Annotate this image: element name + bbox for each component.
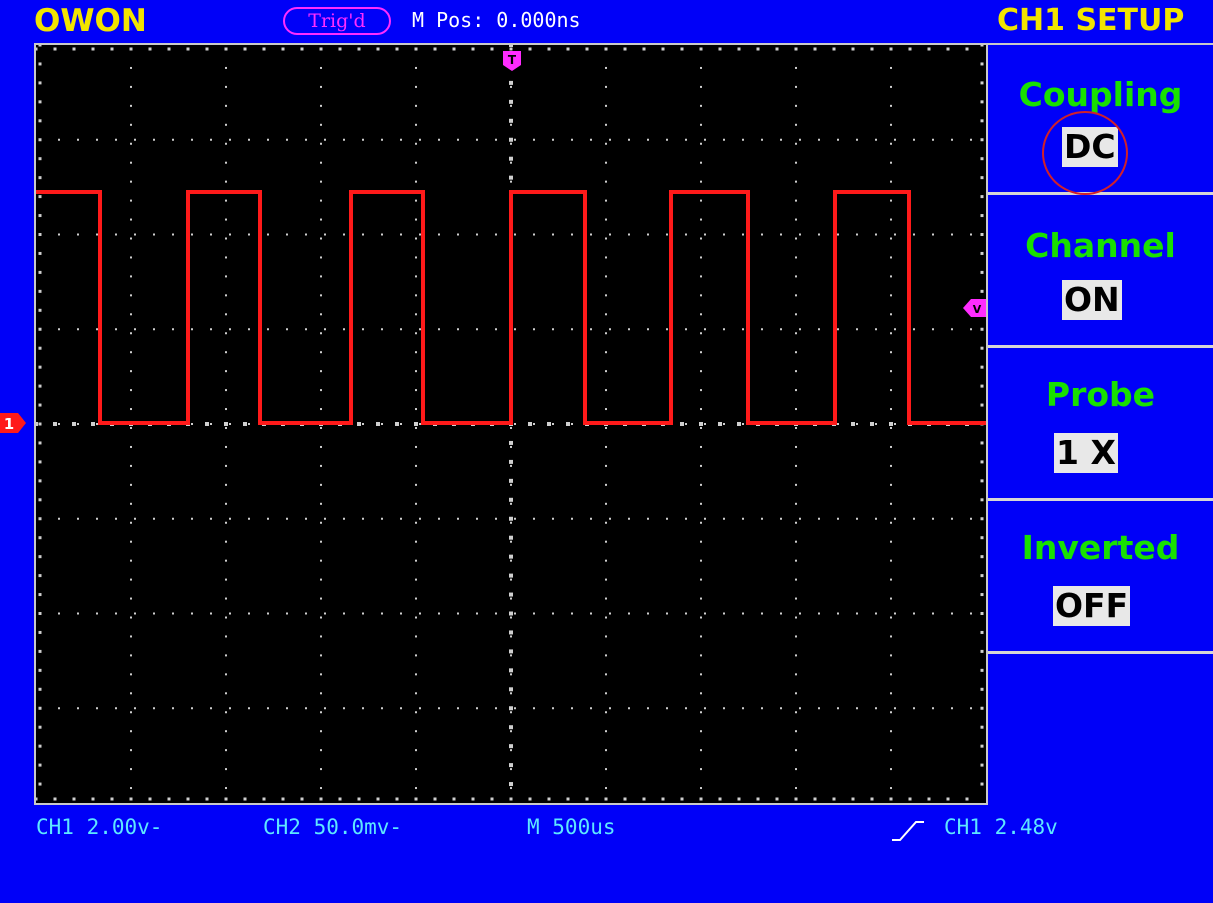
trigger-position-marker-icon: T [503, 51, 521, 71]
ch2-scale-readout: CH2 50.0mv- [263, 815, 403, 839]
probe-label: Probe [1045, 375, 1156, 414]
ch1-setup-menu: Coupling DC Channel ON Probe 1 X Inverte… [988, 43, 1213, 805]
menu-item-coupling[interactable]: Coupling DC [988, 45, 1213, 195]
trigger-status-badge: Trig'd [283, 7, 391, 35]
probe-value: 1 X [1054, 433, 1118, 473]
waveform-display[interactable]: T V [34, 43, 988, 805]
inverted-label: Inverted [1021, 528, 1180, 567]
trigger-level-readout: CH1 2.48v [944, 815, 1058, 839]
brand-logo: OWON [34, 3, 147, 39]
selection-circle [1042, 111, 1128, 195]
trigger-level-label: V [973, 303, 982, 316]
inverted-value: OFF [1053, 586, 1131, 626]
ch1-ground-marker-icon: 1 [0, 413, 26, 433]
ch1-scale-readout: CH1 2.00v- [36, 815, 163, 839]
menu-item-inverted[interactable]: Inverted OFF [988, 504, 1213, 654]
channel-value: ON [1062, 280, 1122, 320]
trigger-position-label: T [508, 53, 517, 67]
ch1-waveform [36, 190, 986, 425]
menu-item-probe[interactable]: Probe 1 X [988, 351, 1213, 501]
menu-item-empty[interactable] [988, 657, 1213, 807]
trigger-level-marker-icon: V [963, 299, 986, 317]
ch1-marker-label: 1 [4, 415, 14, 433]
channel-label: Channel [1025, 226, 1176, 265]
rising-edge-icon [892, 821, 924, 841]
menu-item-channel[interactable]: Channel ON [988, 198, 1213, 348]
coupling-label: Coupling [1018, 75, 1183, 114]
timebase-readout: M 500us [527, 815, 616, 839]
horizontal-position-readout: M Pos: 0.000ns [412, 8, 581, 32]
menu-title: CH1 SETUP [997, 3, 1185, 38]
